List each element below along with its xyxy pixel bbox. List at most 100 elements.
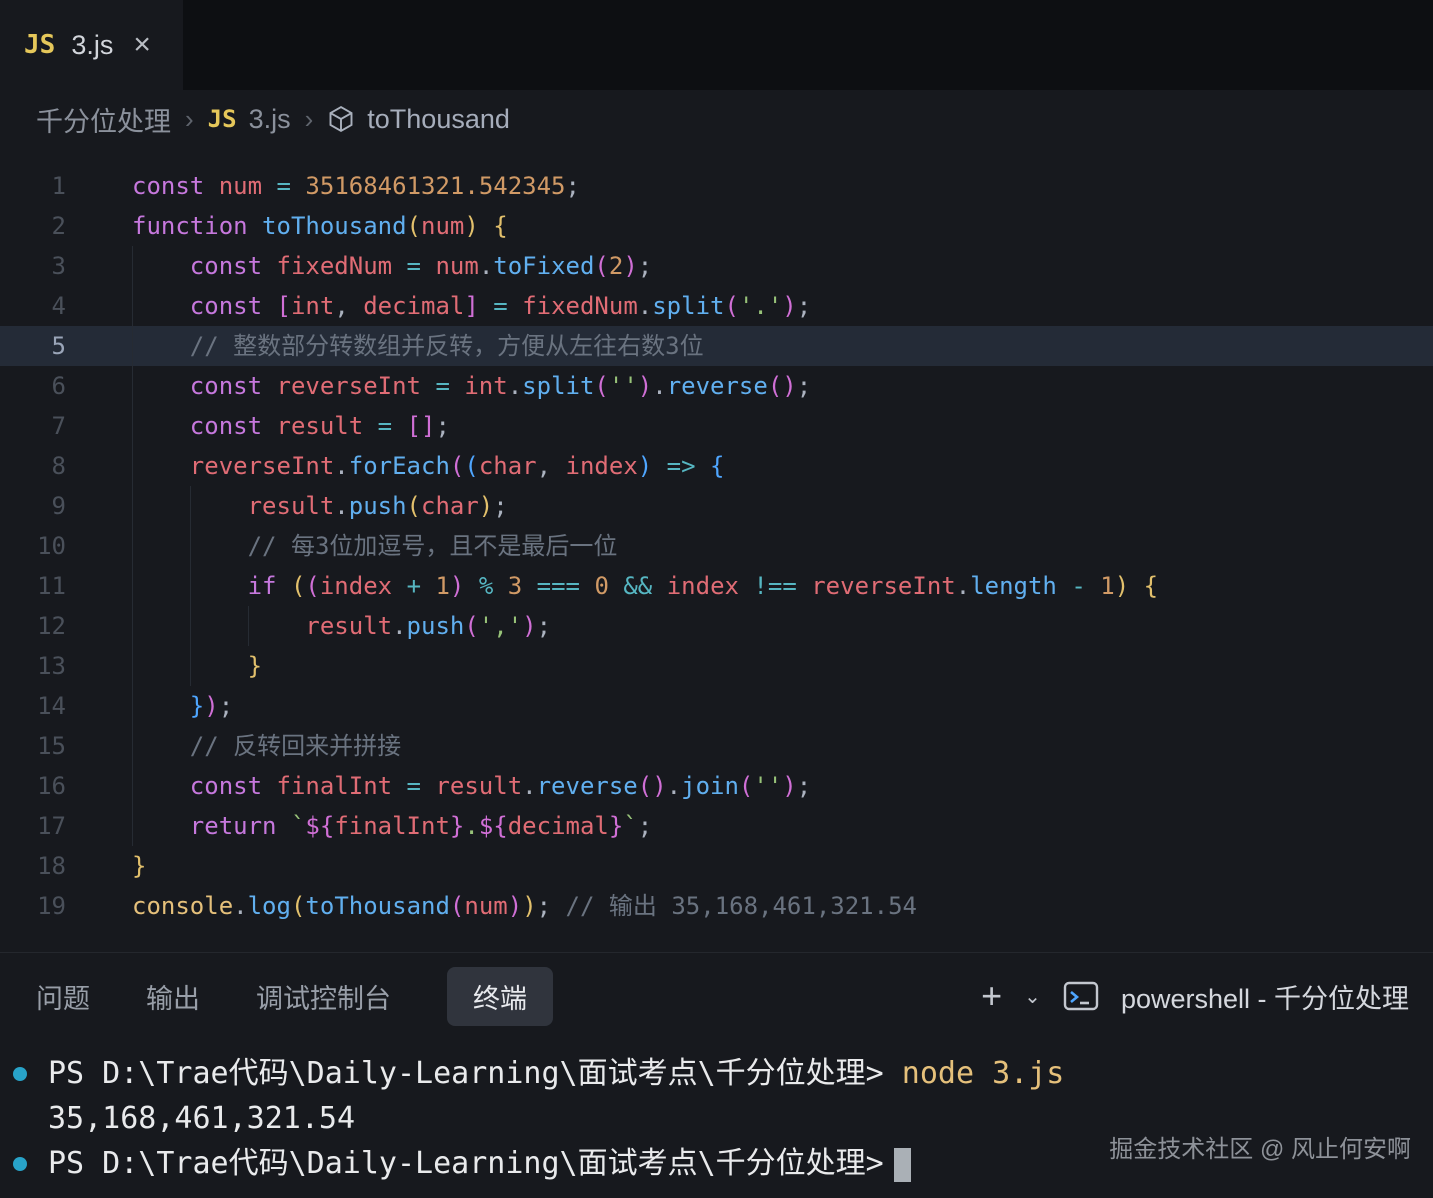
code-text: }); bbox=[66, 686, 1433, 726]
indent-guide bbox=[189, 486, 191, 526]
command-decoration-icon[interactable] bbox=[13, 1066, 27, 1081]
breadcrumb-folder[interactable]: 千分位处理 bbox=[36, 100, 171, 139]
symbol-cube-icon bbox=[327, 105, 355, 133]
breadcrumb-symbol[interactable]: toThousand bbox=[367, 104, 510, 135]
indent-guide bbox=[189, 606, 191, 646]
line-number[interactable]: 13 bbox=[0, 646, 66, 686]
line-number[interactable]: 19 bbox=[0, 886, 66, 926]
code-line[interactable]: 19 console.log(toThousand(num)); // 输出 35… bbox=[0, 886, 1433, 926]
line-number[interactable]: 8 bbox=[0, 446, 66, 486]
editor-tab-bar: JS 3.js × bbox=[0, 0, 1433, 90]
code-line[interactable]: 12 result.push(','); bbox=[0, 606, 1433, 646]
line-number[interactable]: 15 bbox=[0, 726, 66, 766]
code-line[interactable]: 9 result.push(char); bbox=[0, 486, 1433, 526]
indent-guide bbox=[132, 406, 133, 446]
code-line[interactable]: 10 // 每3位加逗号，且不是最后一位 bbox=[0, 526, 1433, 566]
indent-guide bbox=[247, 606, 249, 646]
tab-title: 3.js bbox=[71, 29, 114, 60]
code-line[interactable]: 16 const finalInt = result.reverse().joi… bbox=[0, 766, 1433, 806]
terminal-cmd: node 3.js bbox=[883, 1056, 1065, 1091]
line-number[interactable]: 1 bbox=[0, 166, 66, 206]
js-file-icon: JS bbox=[24, 30, 56, 60]
code-line[interactable]: 11 if ((index + 1) % 3 === 0 && index !=… bbox=[0, 566, 1433, 606]
editor-tab[interactable]: JS 3.js × bbox=[0, 0, 183, 90]
indent-guide bbox=[189, 646, 191, 686]
code-text: const [int, decimal] = fixedNum.split('.… bbox=[66, 286, 1433, 326]
line-number[interactable]: 7 bbox=[0, 406, 66, 446]
terminal-out: 35,168,461,321.54 bbox=[48, 1101, 356, 1136]
terminal-session-label[interactable]: powershell - 千分位处理 bbox=[1121, 977, 1409, 1016]
line-number[interactable]: 10 bbox=[0, 526, 66, 566]
line-number[interactable]: 18 bbox=[0, 846, 66, 886]
line-number[interactable]: 3 bbox=[0, 246, 66, 286]
line-number[interactable]: 14 bbox=[0, 686, 66, 726]
indent-guide bbox=[132, 686, 133, 726]
code-line[interactable]: 8 reverseInt.forEach((char, index) => { bbox=[0, 446, 1433, 486]
panel-tab-debug-console[interactable]: 调试控制台 bbox=[256, 967, 391, 1026]
indent-guide bbox=[132, 646, 133, 686]
breadcrumb: 千分位处理 › JS 3.js › toThousand bbox=[0, 90, 1433, 148]
code-text: const fixedNum = num.toFixed(2); bbox=[66, 246, 1433, 286]
code-text: } bbox=[66, 646, 1433, 686]
panel-header: 问题 输出 调试控制台 终端 + ⌄ powershell - 千分位处理 bbox=[0, 953, 1433, 1039]
code-line[interactable]: 17 return `${finalInt}.${decimal}`; bbox=[0, 806, 1433, 846]
code-line[interactable]: 14 }); bbox=[0, 686, 1433, 726]
indent-guide bbox=[132, 246, 133, 286]
close-icon[interactable]: × bbox=[133, 30, 151, 60]
line-number[interactable]: 4 bbox=[0, 286, 66, 326]
code-text: // 整数部分转数组并反转，方便从左往右数3位 bbox=[66, 326, 1433, 366]
chevron-down-icon[interactable]: ⌄ bbox=[1024, 984, 1041, 1009]
indent-guide bbox=[132, 726, 133, 766]
indent-guide bbox=[132, 566, 133, 606]
code-line[interactable]: 2 function toThousand(num) { bbox=[0, 206, 1433, 246]
code-text: const result = []; bbox=[66, 406, 1433, 446]
code-text: } bbox=[132, 852, 147, 880]
indent-guide bbox=[132, 806, 133, 846]
code-text: function toThousand(num) { bbox=[132, 212, 508, 240]
line-number[interactable]: 5 bbox=[0, 326, 66, 366]
code-line[interactable]: 7 const result = []; bbox=[0, 406, 1433, 446]
indent-guide bbox=[132, 606, 133, 646]
indent-guide bbox=[132, 366, 133, 406]
indent-guide bbox=[132, 766, 133, 806]
terminal-prompt: PS D:\Trae代码\Daily-Learning\面试考点\千分位处理> bbox=[48, 1056, 884, 1091]
terminal-cursor bbox=[893, 1147, 911, 1182]
line-number[interactable]: 11 bbox=[0, 566, 66, 606]
code-text: // 每3位加逗号，且不是最后一位 bbox=[66, 526, 1433, 566]
panel-tab-output[interactable]: 输出 bbox=[146, 967, 200, 1026]
line-number[interactable]: 2 bbox=[0, 206, 66, 246]
command-decoration-icon[interactable] bbox=[13, 1156, 27, 1171]
line-number[interactable]: 6 bbox=[0, 366, 66, 406]
new-terminal-icon[interactable]: + bbox=[981, 978, 1002, 1014]
chevron-right-icon: › bbox=[304, 103, 314, 134]
code-text: const reverseInt = int.split('').reverse… bbox=[66, 366, 1433, 406]
code-line[interactable]: 18} bbox=[0, 846, 1433, 886]
indent-guide bbox=[132, 486, 133, 526]
code-line[interactable]: 6 const reverseInt = int.split('').rever… bbox=[0, 366, 1433, 406]
code-line[interactable]: 13 } bbox=[0, 646, 1433, 686]
code-editor[interactable]: 1 const num = 35168461321.542345; 2 functio… bbox=[0, 148, 1433, 952]
chevron-right-icon: › bbox=[185, 103, 194, 134]
code-line[interactable]: 4 const [int, decimal] = fixedNum.split(… bbox=[0, 286, 1433, 326]
indent-guide bbox=[132, 326, 133, 366]
panel-actions: + ⌄ powershell - 千分位处理 bbox=[981, 977, 1409, 1016]
line-number[interactable]: 9 bbox=[0, 486, 66, 526]
code-line[interactable]: 15 // 反转回来并拼接 bbox=[0, 726, 1433, 766]
code-text: return `${finalInt}.${decimal}`; bbox=[66, 806, 1433, 846]
line-number[interactable]: 16 bbox=[0, 766, 66, 806]
breadcrumb-file[interactable]: 3.js bbox=[249, 104, 291, 135]
code-text: result.push(char); bbox=[66, 486, 1433, 526]
code-text: // 反转回来并拼接 bbox=[66, 726, 1433, 766]
code-line[interactable]: 3 const fixedNum = num.toFixed(2); bbox=[0, 246, 1433, 286]
code-text: result.push(','); bbox=[66, 606, 1433, 646]
code-line[interactable]: 1 const num = 35168461321.542345; bbox=[0, 166, 1433, 206]
terminal-icon[interactable] bbox=[1063, 980, 1099, 1012]
panel-tab-terminal[interactable]: 终端 bbox=[447, 966, 553, 1026]
line-number[interactable]: 17 bbox=[0, 806, 66, 846]
terminal-line[interactable]: PS D:\Trae代码\Daily-Learning\面试考点\千分位处理> … bbox=[0, 1051, 1433, 1096]
code-line[interactable]: 5 // 整数部分转数组并反转，方便从左往右数3位 bbox=[0, 326, 1433, 366]
indent-guide bbox=[189, 526, 191, 566]
line-number[interactable]: 12 bbox=[0, 606, 66, 646]
panel-tab-problems[interactable]: 问题 bbox=[36, 967, 90, 1026]
indent-guide bbox=[132, 526, 133, 566]
